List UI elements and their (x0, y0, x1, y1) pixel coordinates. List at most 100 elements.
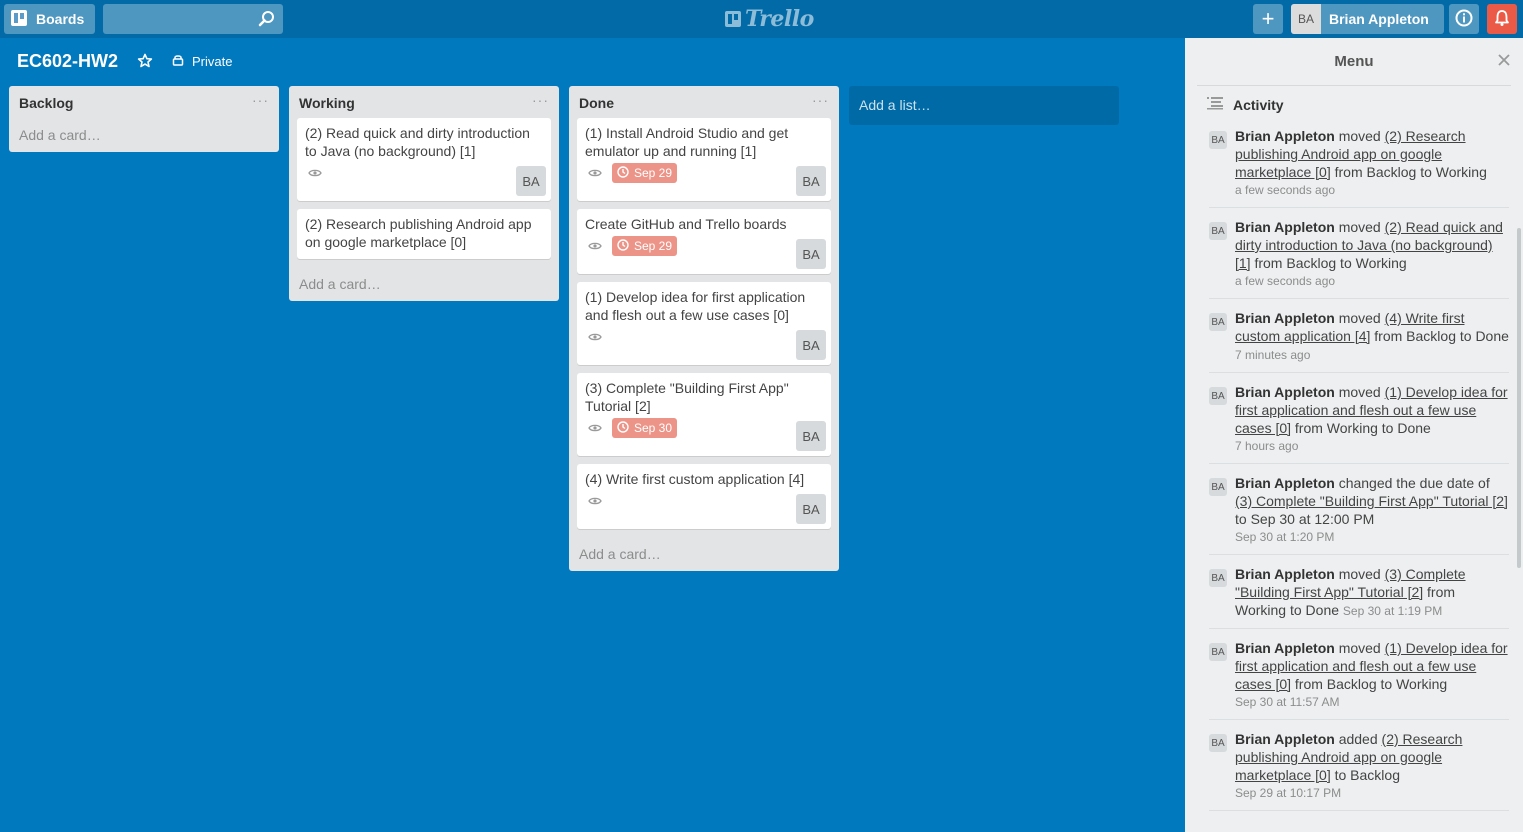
avatar[interactable]: BA (1209, 569, 1227, 587)
card-title: Create GitHub and Trello boards (585, 216, 787, 232)
card-title: (3) Complete "Building First App" Tutori… (585, 380, 789, 414)
due-date-badge[interactable]: Sep 30 (612, 418, 678, 438)
close-icon[interactable] (1497, 53, 1511, 70)
activity-user[interactable]: Brian Appleton (1235, 566, 1335, 582)
card-member-avatar[interactable]: BA (796, 330, 826, 360)
activity-user[interactable]: Brian Appleton (1235, 219, 1335, 235)
list-title[interactable]: Working (299, 95, 355, 111)
card[interactable]: (2) Research publishing Android app on g… (297, 209, 551, 259)
card-badges (305, 162, 543, 184)
list-header: Working ··· (289, 86, 559, 118)
list-done: Done ··· (1) Install Android Studio and … (569, 86, 839, 571)
activity-item: BA Brian Appleton changed the due date o… (1209, 474, 1509, 555)
card[interactable]: (4) Write first custom application [4] B… (577, 464, 831, 529)
card[interactable]: (1) Install Android Studio and get emula… (577, 118, 831, 201)
side-menu: Menu Activity BA Brian Appleton moved (2… (1185, 38, 1523, 832)
activity-item: BA Brian Appleton moved (2) Research pub… (1209, 127, 1509, 208)
activity-verb: changed the due date of (1334, 475, 1490, 491)
eye-icon (588, 165, 602, 181)
add-card-button[interactable]: Add a card… (9, 118, 279, 152)
list-title[interactable]: Done (579, 95, 614, 111)
avatar[interactable]: BA (1209, 222, 1227, 240)
user-name: Brian Appleton (1329, 11, 1429, 27)
activity-detail: from Backlog to Done (1370, 328, 1509, 344)
due-date-badge[interactable]: Sep 29 (612, 163, 678, 183)
activity-time[interactable]: Sep 30 at 1:20 PM (1235, 528, 1509, 546)
add-list-button[interactable]: Add a list… (849, 86, 1119, 125)
info-button[interactable] (1449, 4, 1479, 34)
list-menu-icon[interactable]: ··· (252, 92, 269, 108)
activity-item: BA Brian Appleton moved (3) Complete "Bu… (1209, 565, 1509, 629)
card-title: (1) Develop idea for first application a… (585, 289, 806, 323)
menu-title: Menu (1334, 53, 1374, 70)
star-icon[interactable] (137, 53, 153, 72)
activity-label: Activity (1233, 96, 1284, 113)
add-card-button[interactable]: Add a card… (289, 267, 559, 301)
list-menu-icon[interactable]: ··· (812, 92, 829, 108)
add-card-button[interactable]: Add a card… (569, 537, 839, 571)
card[interactable]: (2) Read quick and dirty introduction to… (297, 118, 551, 201)
activity-user[interactable]: Brian Appleton (1235, 731, 1335, 747)
activity-user[interactable]: Brian Appleton (1235, 475, 1335, 491)
search-box[interactable] (103, 4, 283, 34)
list-icon (1207, 96, 1223, 113)
top-header: Boards Trello + BA Brian Appleton (0, 0, 1523, 38)
avatar[interactable]: BA (1209, 478, 1227, 496)
activity-user[interactable]: Brian Appleton (1235, 384, 1335, 400)
activity-time[interactable]: a few seconds ago (1235, 272, 1509, 290)
card[interactable]: (1) Develop idea for first application a… (577, 282, 831, 365)
board-title[interactable]: EC602-HW2 (17, 51, 118, 72)
card-badges: Sep 29 (585, 235, 823, 257)
menu-scrollbar[interactable] (1517, 228, 1521, 568)
search-input[interactable] (103, 4, 253, 34)
avatar: BA (1291, 4, 1321, 34)
activity-time[interactable]: a few seconds ago (1235, 181, 1509, 199)
list-title[interactable]: Backlog (19, 95, 73, 111)
activity-card-link[interactable]: (3) Complete "Building First App" Tutori… (1235, 493, 1508, 509)
card-member-avatar[interactable]: BA (796, 239, 826, 269)
trello-logo[interactable]: Trello (724, 6, 814, 32)
add-button[interactable]: + (1253, 4, 1283, 34)
activity-time[interactable]: 7 minutes ago (1235, 348, 1310, 362)
search-icon[interactable] (258, 10, 276, 31)
privacy-label: Private (192, 54, 233, 69)
list-menu-icon[interactable]: ··· (532, 92, 549, 108)
card-member-avatar[interactable]: BA (796, 494, 826, 524)
card-member-avatar[interactable]: BA (796, 421, 826, 451)
activity-time[interactable]: Sep 29 at 10:17 PM (1235, 784, 1509, 802)
eye-icon (588, 420, 602, 436)
user-menu-button[interactable]: BA Brian Appleton (1291, 4, 1444, 34)
notifications-button[interactable] (1487, 4, 1517, 34)
activity-time[interactable]: Sep 30 at 1:19 PM (1343, 604, 1442, 618)
activity-user[interactable]: Brian Appleton (1235, 640, 1335, 656)
card[interactable]: Create GitHub and Trello boards Sep 29 B… (577, 209, 831, 274)
avatar[interactable]: BA (1209, 313, 1227, 331)
avatar[interactable]: BA (1209, 131, 1227, 149)
activity-verb: moved (1334, 128, 1385, 144)
list-header: Done ··· (569, 86, 839, 118)
activity-header: Activity (1207, 96, 1284, 113)
logo-text: Trello (745, 6, 814, 32)
due-date-badge[interactable]: Sep 29 (612, 236, 678, 256)
avatar[interactable]: BA (1209, 387, 1227, 405)
card[interactable]: (3) Complete "Building First App" Tutori… (577, 373, 831, 456)
card-member-avatar[interactable]: BA (516, 166, 546, 196)
boards-button[interactable]: Boards (4, 4, 95, 34)
card-member-avatar[interactable]: BA (796, 166, 826, 196)
list-backlog: Backlog ··· Add a card… (9, 86, 279, 152)
clock-icon (617, 420, 629, 436)
activity-verb: moved (1334, 219, 1385, 235)
activity-verb: moved (1334, 640, 1385, 656)
avatar[interactable]: BA (1209, 734, 1227, 752)
eye-icon (308, 165, 322, 181)
privacy-button[interactable]: Private (172, 54, 232, 69)
card-title: (4) Write first custom application [4] (585, 471, 805, 487)
trello-logo-icon (725, 11, 741, 27)
activity-user[interactable]: Brian Appleton (1235, 310, 1335, 326)
activity-time[interactable]: 7 hours ago (1235, 437, 1509, 455)
avatar[interactable]: BA (1209, 643, 1227, 661)
activity-time[interactable]: Sep 30 at 11:57 AM (1235, 693, 1509, 711)
eye-icon (588, 329, 602, 345)
activity-user[interactable]: Brian Appleton (1235, 128, 1335, 144)
due-date-text: Sep 29 (634, 166, 673, 180)
